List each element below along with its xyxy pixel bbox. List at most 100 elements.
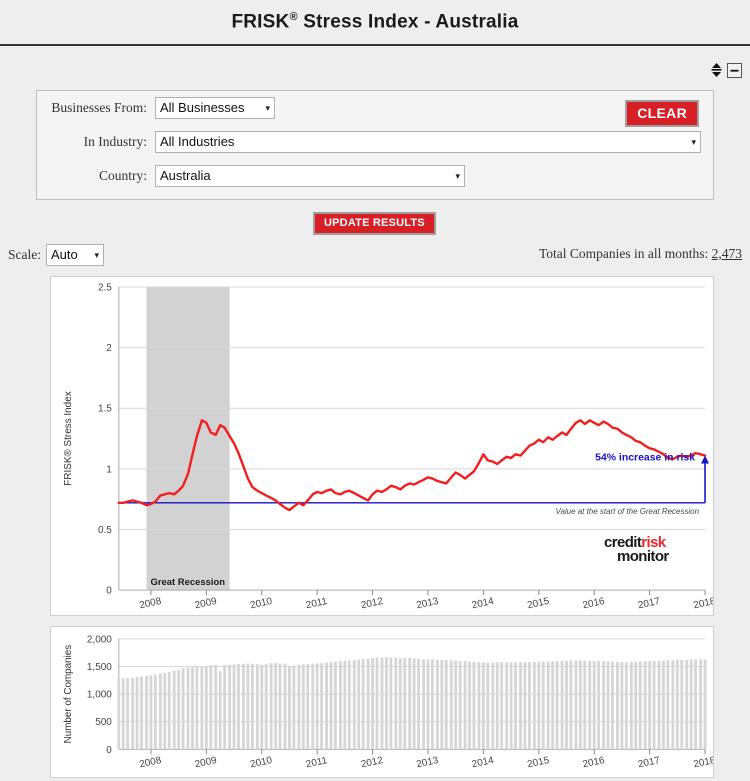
number-of-companies-chart: 0 500 1,000 1,500 2,000 2008 2009 2010 2011 2012 2… — [63, 634, 713, 770]
bar — [306, 663, 310, 750]
x-tick-label: 2016 — [582, 596, 606, 611]
bar — [611, 661, 614, 750]
logo-line-2: monitor — [617, 547, 669, 565]
bar — [191, 667, 194, 750]
registered-mark: ® — [289, 10, 298, 23]
chevron-down-icon: ▾ — [455, 171, 460, 181]
bar — [242, 663, 245, 750]
bar — [569, 660, 573, 750]
total-companies-value[interactable]: 2,473 — [712, 246, 742, 261]
page-title-rest: Stress Index - Australia — [297, 11, 519, 33]
total-companies-label: Total Companies in all months: — [538, 246, 709, 261]
bar — [519, 662, 522, 750]
clear-button[interactable]: CLEAR — [625, 100, 699, 127]
bar — [158, 673, 162, 750]
y-tick-label: 2 — [106, 343, 112, 354]
update-results-button[interactable]: UPDATE RESULTS — [313, 212, 436, 235]
bar — [343, 660, 347, 750]
bar — [398, 658, 402, 750]
bar — [643, 661, 647, 750]
collapse-icon[interactable] — [727, 62, 742, 78]
bar — [454, 660, 458, 750]
bar — [339, 660, 342, 750]
bar — [117, 677, 121, 750]
x-tick-label: 2011 — [305, 755, 329, 770]
bar — [694, 659, 698, 750]
bar — [177, 669, 181, 750]
bar — [551, 661, 555, 750]
bar — [329, 662, 333, 750]
bar — [495, 662, 499, 750]
y-tick-label: 2,000 — [87, 634, 112, 645]
bar — [468, 661, 471, 750]
bar — [666, 660, 670, 750]
bar — [500, 662, 504, 750]
industry-value: All Industries — [160, 134, 235, 149]
bar — [652, 660, 656, 750]
bar — [509, 662, 513, 750]
x-tick-label: 2014 — [471, 596, 495, 611]
y-tick-label: 0 — [106, 745, 112, 756]
bar — [486, 662, 490, 750]
bar — [140, 676, 143, 750]
country-value: Australia — [160, 168, 211, 183]
stress-index-chart-panel: 0 0.5 1 1.5 2 2.5 2008 2009 2010 2011 2012 2013 2014… — [50, 276, 714, 616]
bar — [228, 664, 232, 750]
bar — [527, 662, 531, 750]
increase-annotation: 54% increase in risk — [595, 453, 695, 464]
x-tick-label: 2009 — [194, 596, 218, 611]
bar — [624, 662, 628, 750]
bar — [703, 659, 707, 750]
bar — [126, 678, 130, 750]
y-tick-label: 2.5 — [98, 282, 112, 293]
page-title-main: FRISK — [231, 11, 290, 33]
bar — [135, 676, 139, 750]
bar — [620, 662, 624, 750]
bar — [145, 675, 148, 750]
scale-control: Scale: Auto ▾ — [8, 244, 104, 266]
x-tick-label: 2018 — [693, 596, 713, 611]
bar — [195, 667, 199, 750]
bar — [606, 661, 610, 750]
bar — [408, 657, 412, 750]
bar — [449, 660, 453, 750]
country-select[interactable]: Australia ▾ — [155, 165, 465, 187]
bar — [491, 662, 495, 750]
bar — [334, 661, 337, 750]
scale-select[interactable]: Auto ▾ — [46, 244, 104, 266]
in-industry-label: In Industry: — [83, 134, 147, 149]
bar — [422, 659, 425, 750]
bar — [634, 661, 638, 750]
x-tick-label: 2008 — [138, 755, 162, 770]
bar — [237, 663, 240, 750]
bar — [167, 672, 171, 750]
bar — [121, 678, 125, 750]
bar — [204, 665, 208, 750]
bar — [209, 665, 213, 750]
bar — [574, 660, 578, 750]
businesses-from-select[interactable]: All Businesses ▾ — [155, 97, 275, 119]
bar — [602, 661, 606, 750]
businesses-from-label: Businesses From: — [51, 100, 147, 115]
window-controls — [710, 62, 742, 78]
bar — [671, 660, 675, 750]
recession-band — [146, 286, 230, 591]
resize-updown-icon[interactable] — [710, 62, 723, 78]
bar — [357, 659, 361, 750]
bar — [403, 657, 407, 750]
bar — [541, 661, 545, 750]
bar — [325, 662, 328, 750]
industry-select[interactable]: All Industries ▾ — [155, 131, 701, 153]
x-tick-label: 2012 — [360, 596, 384, 611]
bar — [297, 664, 301, 750]
bar — [315, 663, 319, 750]
y-tick-label: 1.5 — [98, 404, 112, 415]
bar — [430, 659, 434, 750]
increase-arrow-head — [701, 455, 710, 464]
y-tick-label: 0 — [106, 586, 112, 597]
recession-label: Great Recession — [150, 577, 225, 588]
baseline-annotation: Value at the start of the Great Recessio… — [555, 507, 699, 516]
bar — [616, 661, 619, 750]
filter-panel: Businesses From: All Businesses ▾ In Ind… — [36, 90, 714, 200]
bar — [685, 659, 689, 750]
